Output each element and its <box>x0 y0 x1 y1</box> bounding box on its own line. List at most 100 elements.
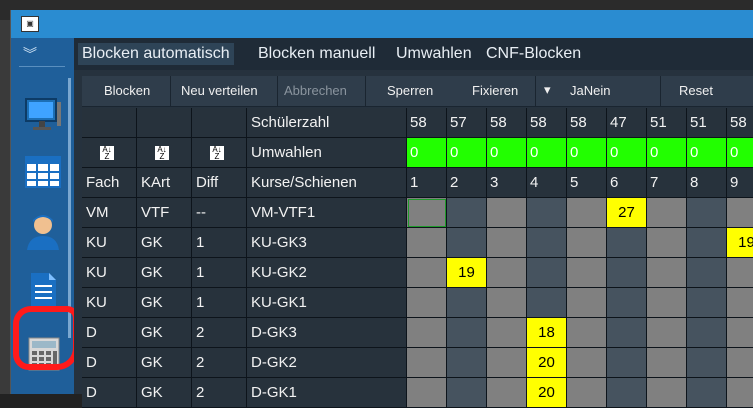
user-icon[interactable] <box>23 212 63 252</box>
tab-3[interactable]: Umwahlen <box>396 45 472 63</box>
tab-2[interactable]: Blocken manuell <box>258 45 375 63</box>
row-fach: KU <box>82 258 137 288</box>
slot-cell[interactable]: 27 <box>607 198 647 228</box>
table-icon[interactable] <box>23 152 63 192</box>
course-name[interactable]: D-GK2 <box>247 348 407 378</box>
slot-cell[interactable] <box>687 288 727 318</box>
slot-cell[interactable] <box>727 258 753 288</box>
slot-cell[interactable] <box>407 198 447 228</box>
toolbar-button-2[interactable]: Neu verteilen <box>181 83 258 98</box>
slot-cell[interactable] <box>607 348 647 378</box>
toolbar-button-5[interactable]: Fixieren <box>472 83 518 98</box>
slot-cell[interactable]: 20 <box>527 348 567 378</box>
toolbar-separator <box>535 76 536 106</box>
slot-cell[interactable] <box>687 348 727 378</box>
slot-cell[interactable]: 20 <box>527 378 567 408</box>
slot-cell[interactable] <box>407 378 447 408</box>
slot-cell[interactable] <box>687 258 727 288</box>
sidebar-scrollbar[interactable] <box>68 78 71 338</box>
slot-cell[interactable] <box>407 318 447 348</box>
slot-cell[interactable] <box>407 288 447 318</box>
slot-cell[interactable] <box>487 198 527 228</box>
course-name[interactable]: VM-VTF1 <box>247 198 407 228</box>
course-name[interactable]: D-GK3 <box>247 318 407 348</box>
slot-cell[interactable] <box>647 288 687 318</box>
slot-cell[interactable] <box>727 288 753 318</box>
slot-cell[interactable] <box>687 378 727 408</box>
slot-cell[interactable] <box>487 228 527 258</box>
slot-cell[interactable] <box>727 348 753 378</box>
fixieren-dropdown-icon[interactable]: ▾ <box>544 82 551 98</box>
slot-cell[interactable] <box>567 378 607 408</box>
slot-cell[interactable] <box>447 198 487 228</box>
slot-cell[interactable] <box>607 318 647 348</box>
header-value: 51 <box>647 108 687 138</box>
sort-button-1[interactable]: A↓ Z <box>82 138 137 168</box>
course-name[interactable]: D-GK1 <box>247 378 407 408</box>
slot-cell[interactable] <box>567 348 607 378</box>
slot-cell[interactable] <box>647 258 687 288</box>
slot-cell[interactable] <box>727 378 753 408</box>
document-icon[interactable] <box>23 270 63 310</box>
tab-4[interactable]: CNF-Blocken <box>486 45 581 63</box>
slot-cell[interactable] <box>447 228 487 258</box>
slot-cell[interactable] <box>687 198 727 228</box>
slot-cell[interactable] <box>647 318 687 348</box>
slot-cell[interactable] <box>567 228 607 258</box>
slot-cell[interactable] <box>487 378 527 408</box>
slot-cell[interactable] <box>687 318 727 348</box>
slot-cell[interactable] <box>607 378 647 408</box>
slot-cell[interactable] <box>567 318 607 348</box>
slot-cell[interactable] <box>647 378 687 408</box>
course-name[interactable]: KU-GK3 <box>247 228 407 258</box>
sort-az-icon[interactable]: A↓ Z <box>155 146 169 161</box>
toolbar-button-6[interactable]: JaNein <box>570 83 610 98</box>
slot-cell[interactable] <box>567 288 607 318</box>
tab-1[interactable]: Blocken automatisch <box>78 43 234 65</box>
toolbar-button-7[interactable]: Reset <box>679 83 713 98</box>
course-name[interactable]: KU-GK1 <box>247 288 407 318</box>
sort-az-icon[interactable]: A↓ Z <box>210 146 224 161</box>
slot-cell[interactable] <box>647 198 687 228</box>
slot-cell[interactable] <box>607 228 647 258</box>
sort-button-3[interactable]: A↓ Z <box>192 138 247 168</box>
slot-cell[interactable] <box>647 348 687 378</box>
sort-az-icon[interactable]: A↓ Z <box>100 146 114 161</box>
toolbar-button-4[interactable]: Sperren <box>387 83 433 98</box>
slot-cell[interactable] <box>487 258 527 288</box>
slot-cell[interactable] <box>447 378 487 408</box>
slot-cell[interactable] <box>567 258 607 288</box>
slot-cell[interactable] <box>607 258 647 288</box>
slot-cell[interactable] <box>687 228 727 258</box>
monitor-icon[interactable] <box>23 94 63 134</box>
slot-cell[interactable] <box>407 228 447 258</box>
header-value: 8 <box>687 168 727 198</box>
slot-cell[interactable] <box>447 348 487 378</box>
slot-cell[interactable] <box>447 288 487 318</box>
slot-cell[interactable] <box>647 228 687 258</box>
slot-cell[interactable] <box>567 198 607 228</box>
slot-cell[interactable]: 18 <box>527 318 567 348</box>
slot-cell[interactable]: 19 <box>447 258 487 288</box>
slot-cell[interactable] <box>607 288 647 318</box>
slot-cell[interactable] <box>527 228 567 258</box>
slot-cell[interactable] <box>527 258 567 288</box>
slot-cell[interactable] <box>487 348 527 378</box>
slot-cell[interactable] <box>527 198 567 228</box>
slot-cell[interactable] <box>727 318 753 348</box>
header-value: 5 <box>567 168 607 198</box>
slot-cell[interactable]: 19 <box>727 228 753 258</box>
sort-button-2[interactable]: A↓ Z <box>137 138 192 168</box>
toolbar-button-1[interactable]: Blocken <box>104 83 150 98</box>
course-name[interactable]: KU-GK2 <box>247 258 407 288</box>
slot-cell[interactable] <box>407 348 447 378</box>
slot-cell[interactable] <box>487 288 527 318</box>
slot-cell[interactable] <box>407 258 447 288</box>
slot-cell[interactable] <box>527 288 567 318</box>
toolbar-separator <box>277 76 278 106</box>
slot-cell[interactable] <box>447 318 487 348</box>
collapse-chevron-icon[interactable]: ︾ <box>23 44 37 64</box>
toolbar-button-3[interactable]: Abbrechen <box>284 83 347 98</box>
slot-cell[interactable] <box>727 198 753 228</box>
slot-cell[interactable] <box>487 318 527 348</box>
